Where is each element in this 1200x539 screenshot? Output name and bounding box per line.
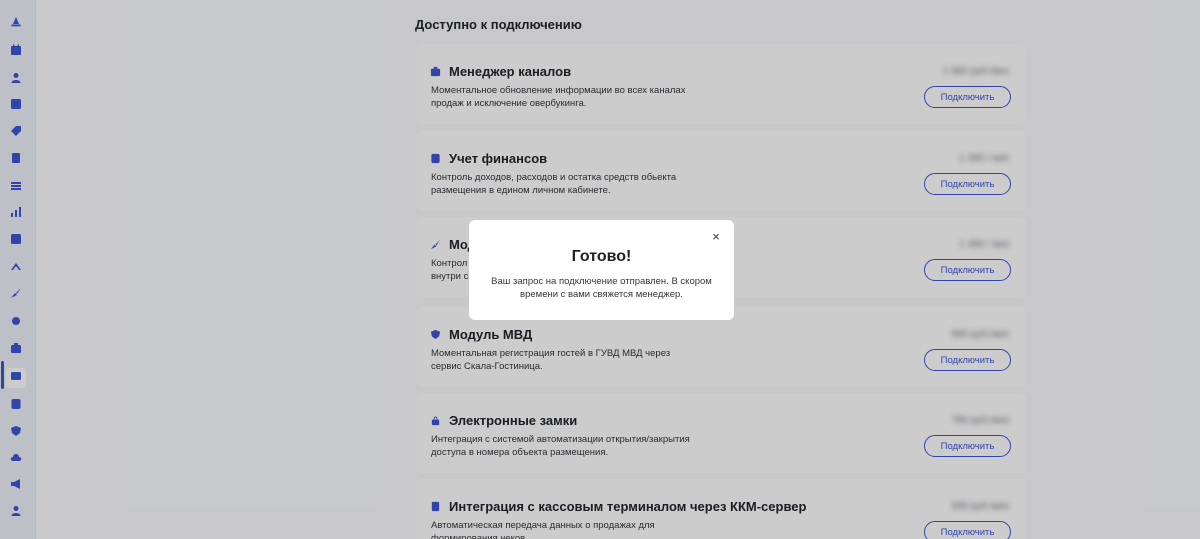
modal-message: Ваш запрос на подключение отправлен. В с… [491, 276, 712, 300]
modal-title: Готово! [571, 248, 632, 265]
success-modal: × Готово! Ваш запрос на подключение отпр… [469, 220, 734, 320]
close-icon[interactable]: × [710, 230, 722, 243]
